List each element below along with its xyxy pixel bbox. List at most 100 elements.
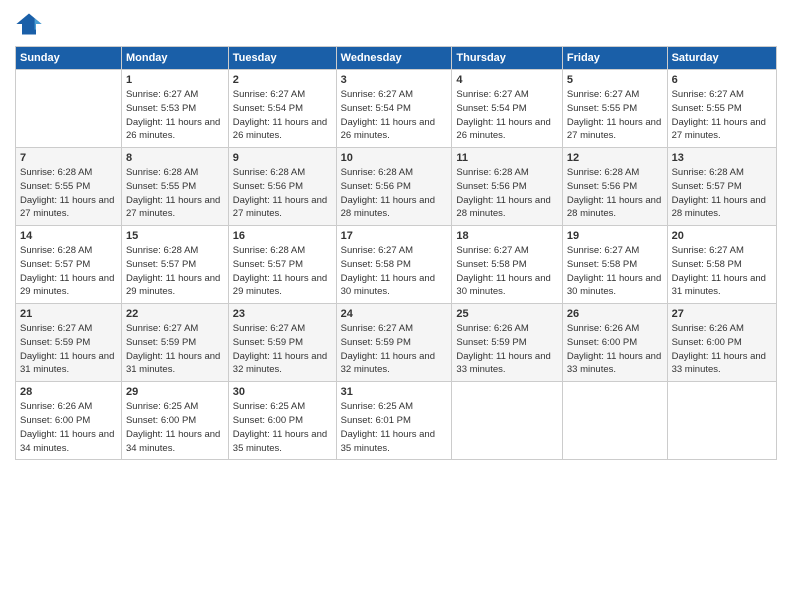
day-info: Sunrise: 6:27 AM Sunset: 5:54 PM Dayligh…: [233, 88, 332, 143]
header-cell-wednesday: Wednesday: [336, 47, 452, 70]
day-cell: 4 Sunrise: 6:27 AM Sunset: 5:54 PM Daylig…: [452, 70, 562, 148]
day-cell: 28 Sunrise: 6:26 AM Sunset: 6:00 PM Dayli…: [16, 382, 122, 460]
day-info: Sunrise: 6:27 AM Sunset: 5:53 PM Dayligh…: [126, 88, 224, 143]
day-cell: 26 Sunrise: 6:26 AM Sunset: 6:00 PM Dayli…: [562, 304, 667, 382]
day-cell: 21 Sunrise: 6:27 AM Sunset: 5:59 PM Dayli…: [16, 304, 122, 382]
week-row-4: 21 Sunrise: 6:27 AM Sunset: 5:59 PM Dayli…: [16, 304, 777, 382]
header-row: SundayMondayTuesdayWednesdayThursdayFrid…: [16, 47, 777, 70]
day-info: Sunrise: 6:27 AM Sunset: 5:59 PM Dayligh…: [20, 322, 117, 377]
day-cell: 11 Sunrise: 6:28 AM Sunset: 5:56 PM Dayli…: [452, 148, 562, 226]
day-cell: 27 Sunrise: 6:26 AM Sunset: 6:00 PM Dayli…: [667, 304, 776, 382]
day-info: Sunrise: 6:28 AM Sunset: 5:56 PM Dayligh…: [341, 166, 448, 221]
day-number: 24: [341, 308, 448, 320]
day-number: 17: [341, 230, 448, 242]
day-number: 16: [233, 230, 332, 242]
day-cell: [562, 382, 667, 460]
day-cell: 15 Sunrise: 6:28 AM Sunset: 5:57 PM Dayli…: [121, 226, 228, 304]
day-info: Sunrise: 6:27 AM Sunset: 5:54 PM Dayligh…: [456, 88, 557, 143]
day-info: Sunrise: 6:28 AM Sunset: 5:56 PM Dayligh…: [567, 166, 663, 221]
day-number: 29: [126, 386, 224, 398]
day-info: Sunrise: 6:27 AM Sunset: 5:55 PM Dayligh…: [567, 88, 663, 143]
day-info: Sunrise: 6:27 AM Sunset: 5:58 PM Dayligh…: [567, 244, 663, 299]
logo-icon: [15, 10, 43, 38]
day-cell: 5 Sunrise: 6:27 AM Sunset: 5:55 PM Daylig…: [562, 70, 667, 148]
day-info: Sunrise: 6:27 AM Sunset: 5:54 PM Dayligh…: [341, 88, 448, 143]
week-row-3: 14 Sunrise: 6:28 AM Sunset: 5:57 PM Dayli…: [16, 226, 777, 304]
day-info: Sunrise: 6:27 AM Sunset: 5:59 PM Dayligh…: [341, 322, 448, 377]
day-number: 26: [567, 308, 663, 320]
day-info: Sunrise: 6:27 AM Sunset: 5:58 PM Dayligh…: [672, 244, 772, 299]
day-number: 11: [456, 152, 557, 164]
day-info: Sunrise: 6:27 AM Sunset: 5:59 PM Dayligh…: [233, 322, 332, 377]
day-number: 7: [20, 152, 117, 164]
day-cell: 1Sunrise: 6:27 AM Sunset: 5:53 PM Daylig…: [121, 70, 228, 148]
header-cell-saturday: Saturday: [667, 47, 776, 70]
day-info: Sunrise: 6:26 AM Sunset: 6:00 PM Dayligh…: [672, 322, 772, 377]
day-cell: 17 Sunrise: 6:27 AM Sunset: 5:58 PM Dayli…: [336, 226, 452, 304]
day-number: 13: [672, 152, 772, 164]
day-info: Sunrise: 6:28 AM Sunset: 5:57 PM Dayligh…: [20, 244, 117, 299]
header-cell-monday: Monday: [121, 47, 228, 70]
day-cell: 12Sunrise: 6:28 AM Sunset: 5:56 PM Dayli…: [562, 148, 667, 226]
header: [15, 10, 777, 38]
day-info: Sunrise: 6:28 AM Sunset: 5:55 PM Dayligh…: [126, 166, 224, 221]
day-info: Sunrise: 6:26 AM Sunset: 6:00 PM Dayligh…: [20, 400, 117, 455]
day-cell: 30 Sunrise: 6:25 AM Sunset: 6:00 PM Dayli…: [228, 382, 336, 460]
header-cell-tuesday: Tuesday: [228, 47, 336, 70]
day-cell: 20 Sunrise: 6:27 AM Sunset: 5:58 PM Dayli…: [667, 226, 776, 304]
day-cell: 14 Sunrise: 6:28 AM Sunset: 5:57 PM Dayli…: [16, 226, 122, 304]
day-number: 2: [233, 74, 332, 86]
day-cell: 10 Sunrise: 6:28 AM Sunset: 5:56 PM Dayli…: [336, 148, 452, 226]
day-number: 5: [567, 74, 663, 86]
week-row-5: 28 Sunrise: 6:26 AM Sunset: 6:00 PM Dayli…: [16, 382, 777, 460]
day-number: 4: [456, 74, 557, 86]
day-cell: 2 Sunrise: 6:27 AM Sunset: 5:54 PM Daylig…: [228, 70, 336, 148]
day-info: Sunrise: 6:28 AM Sunset: 5:55 PM Dayligh…: [20, 166, 117, 221]
day-info: Sunrise: 6:25 AM Sunset: 6:00 PM Dayligh…: [233, 400, 332, 455]
day-info: Sunrise: 6:28 AM Sunset: 5:57 PM Dayligh…: [126, 244, 224, 299]
day-info: Sunrise: 6:26 AM Sunset: 6:00 PM Dayligh…: [567, 322, 663, 377]
day-cell: 24 Sunrise: 6:27 AM Sunset: 5:59 PM Dayli…: [336, 304, 452, 382]
day-number: 23: [233, 308, 332, 320]
day-cell: 9Sunrise: 6:28 AM Sunset: 5:56 PM Daylig…: [228, 148, 336, 226]
day-number: 6: [672, 74, 772, 86]
day-number: 25: [456, 308, 557, 320]
day-info: Sunrise: 6:27 AM Sunset: 5:58 PM Dayligh…: [341, 244, 448, 299]
day-info: Sunrise: 6:27 AM Sunset: 5:58 PM Dayligh…: [456, 244, 557, 299]
day-number: 28: [20, 386, 117, 398]
day-info: Sunrise: 6:28 AM Sunset: 5:56 PM Dayligh…: [233, 166, 332, 221]
day-number: 15: [126, 230, 224, 242]
day-info: Sunrise: 6:27 AM Sunset: 5:55 PM Dayligh…: [672, 88, 772, 143]
day-cell: [16, 70, 122, 148]
day-number: 21: [20, 308, 117, 320]
week-row-1: 1Sunrise: 6:27 AM Sunset: 5:53 PM Daylig…: [16, 70, 777, 148]
day-number: 10: [341, 152, 448, 164]
day-cell: 18 Sunrise: 6:27 AM Sunset: 5:58 PM Dayli…: [452, 226, 562, 304]
day-number: 20: [672, 230, 772, 242]
day-cell: 8Sunrise: 6:28 AM Sunset: 5:55 PM Daylig…: [121, 148, 228, 226]
day-cell: 22Sunrise: 6:27 AM Sunset: 5:59 PM Dayli…: [121, 304, 228, 382]
header-cell-sunday: Sunday: [16, 47, 122, 70]
day-info: Sunrise: 6:27 AM Sunset: 5:59 PM Dayligh…: [126, 322, 224, 377]
day-cell: [667, 382, 776, 460]
calendar-table: SundayMondayTuesdayWednesdayThursdayFrid…: [15, 46, 777, 460]
day-cell: 25 Sunrise: 6:26 AM Sunset: 5:59 PM Dayli…: [452, 304, 562, 382]
day-number: 3: [341, 74, 448, 86]
header-cell-friday: Friday: [562, 47, 667, 70]
day-cell: 13 Sunrise: 6:28 AM Sunset: 5:57 PM Dayli…: [667, 148, 776, 226]
day-cell: 6 Sunrise: 6:27 AM Sunset: 5:55 PM Daylig…: [667, 70, 776, 148]
day-number: 30: [233, 386, 332, 398]
logo: [15, 10, 47, 38]
day-cell: 23 Sunrise: 6:27 AM Sunset: 5:59 PM Dayli…: [228, 304, 336, 382]
day-cell: 29Sunrise: 6:25 AM Sunset: 6:00 PM Dayli…: [121, 382, 228, 460]
main-container: SundayMondayTuesdayWednesdayThursdayFrid…: [0, 0, 792, 470]
day-number: 18: [456, 230, 557, 242]
day-number: 27: [672, 308, 772, 320]
day-info: Sunrise: 6:28 AM Sunset: 5:56 PM Dayligh…: [456, 166, 557, 221]
day-info: Sunrise: 6:26 AM Sunset: 5:59 PM Dayligh…: [456, 322, 557, 377]
day-info: Sunrise: 6:28 AM Sunset: 5:57 PM Dayligh…: [672, 166, 772, 221]
week-row-2: 7 Sunrise: 6:28 AM Sunset: 5:55 PM Daylig…: [16, 148, 777, 226]
day-number: 14: [20, 230, 117, 242]
day-cell: 7 Sunrise: 6:28 AM Sunset: 5:55 PM Daylig…: [16, 148, 122, 226]
day-cell: [452, 382, 562, 460]
